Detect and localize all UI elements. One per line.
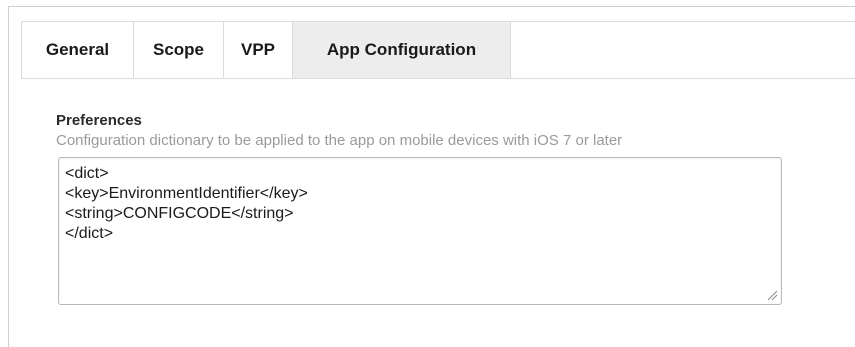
tab-vpp-label: VPP <box>240 40 276 59</box>
tab-vpp[interactable]: VPP <box>224 22 293 78</box>
tab-bar: General Scope VPP App Configuration <box>21 21 855 79</box>
tab-scope[interactable]: Scope <box>134 22 224 78</box>
preferences-section: Preferences Configuration dictionary to … <box>56 112 826 150</box>
tab-scope-label: Scope <box>152 40 205 59</box>
preferences-description: Configuration dictionary to be applied t… <box>56 132 623 149</box>
preferences-title: Preferences <box>56 112 142 129</box>
tab-general[interactable]: General <box>22 22 134 78</box>
preferences-textarea[interactable] <box>58 157 782 305</box>
tab-general-label: General <box>45 40 110 59</box>
tab-app-configuration-label: App Configuration <box>326 40 477 59</box>
resize-grip-icon[interactable] <box>766 289 778 301</box>
tab-app-configuration[interactable]: App Configuration <box>293 22 511 78</box>
